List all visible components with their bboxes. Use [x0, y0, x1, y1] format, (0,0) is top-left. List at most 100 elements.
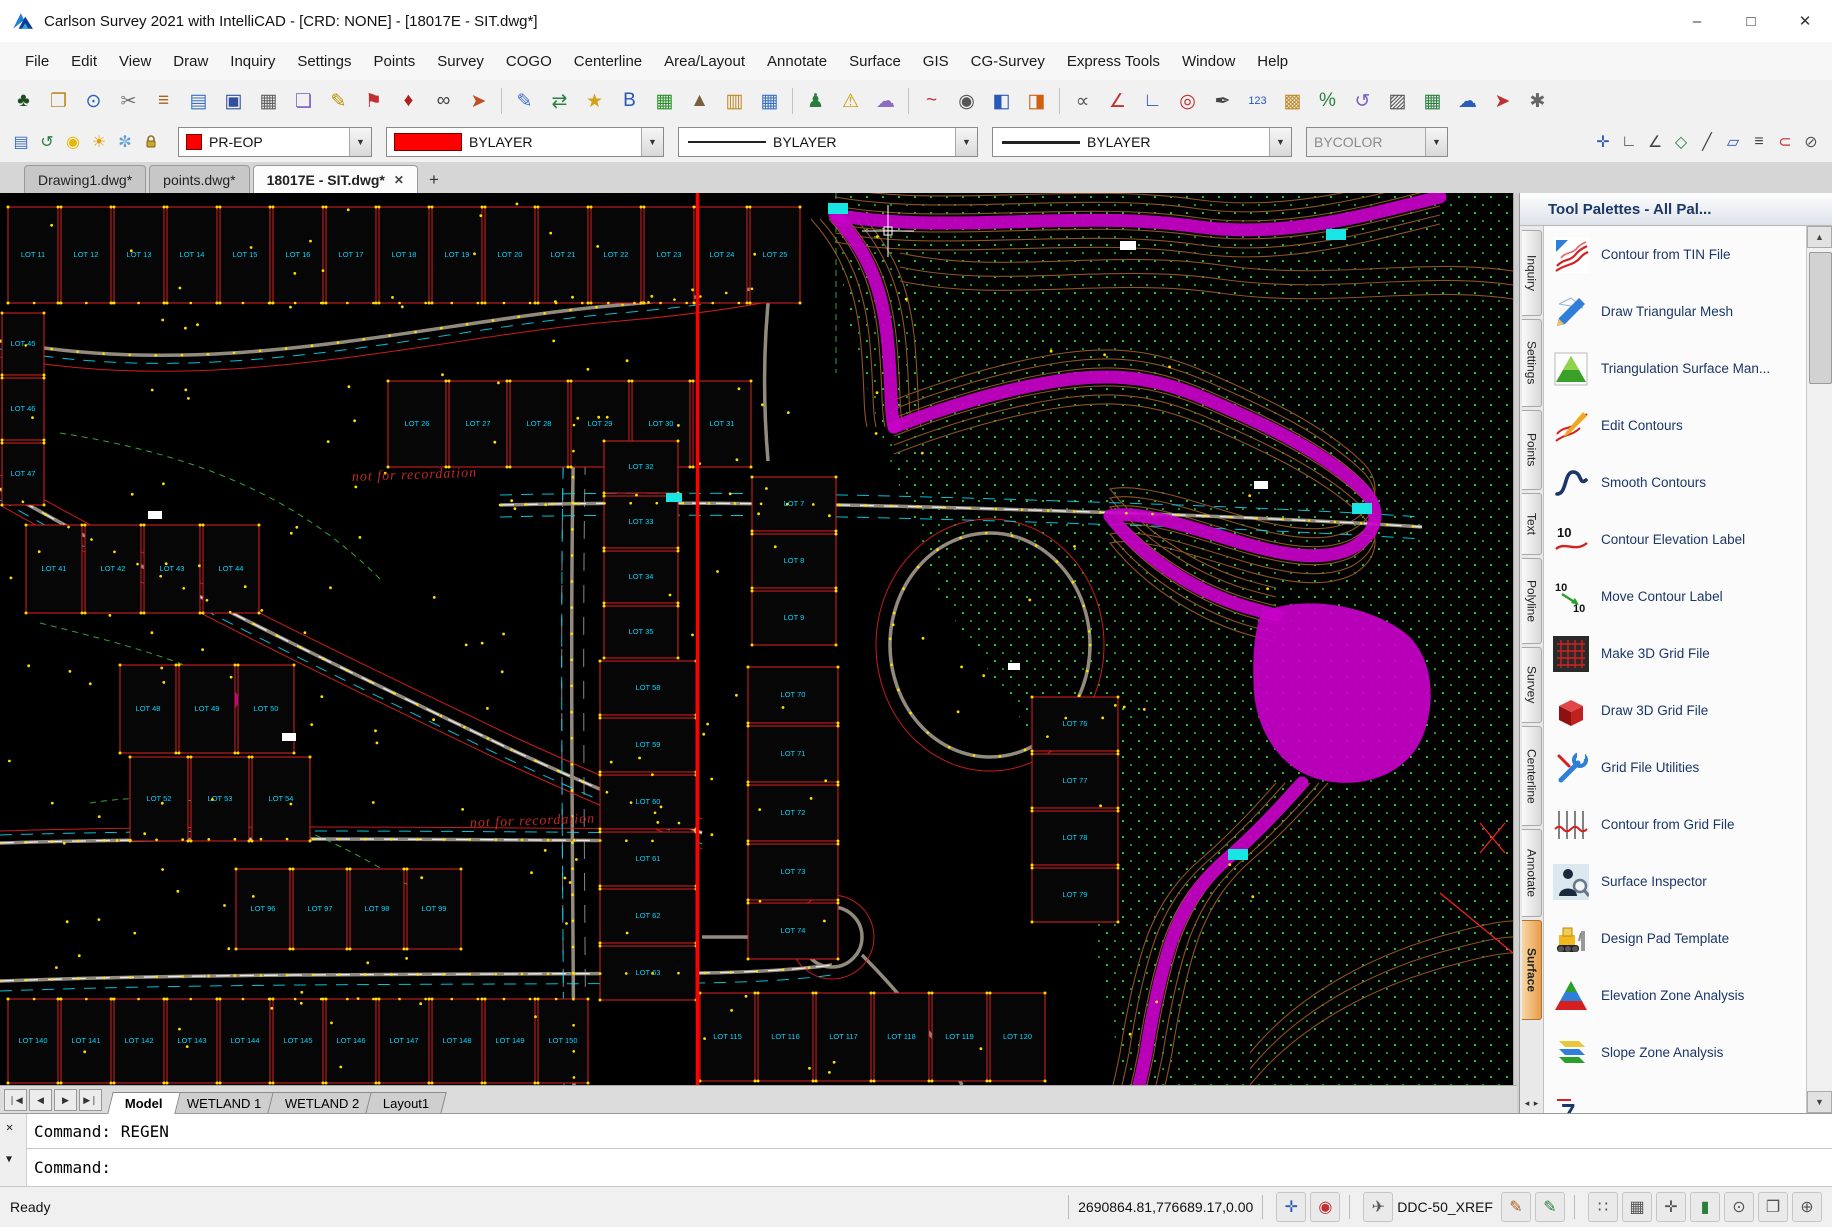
chevron-down-icon[interactable]: ▼ — [349, 128, 371, 156]
app-menu-icon[interactable]: ♣ — [6, 84, 41, 118]
doc-tab-points-dwg-[interactable]: points.dwg* — [149, 165, 249, 193]
ortho-icon[interactable]: ∟ — [1616, 129, 1642, 155]
layout-tab-wetland-1[interactable]: WETLAND 1 — [169, 1092, 279, 1114]
chevron-down-icon[interactable]: ▼ — [955, 128, 977, 156]
prev-layout-icon[interactable]: ◀ — [29, 1089, 52, 1111]
side-tab-survey[interactable]: Survey — [1522, 647, 1542, 723]
snap-icon[interactable]: ✛ — [1590, 129, 1616, 155]
menu-help[interactable]: Help — [1246, 47, 1299, 76]
layout-tab-layout1[interactable]: Layout1 — [366, 1092, 448, 1114]
solid-icon[interactable]: ◨ — [1019, 84, 1054, 118]
palette-item-edit-contours[interactable]: Edit Contours — [1545, 397, 1807, 454]
command-history-icon[interactable]: ▼ — [6, 1154, 12, 1165]
layout-tab-wetland-2[interactable]: WETLAND 2 — [267, 1092, 377, 1114]
menu-gis[interactable]: GIS — [912, 47, 960, 76]
menu-file[interactable]: File — [14, 47, 60, 76]
zoom-status-icon[interactable]: ⊕ — [1792, 1192, 1822, 1222]
side-tab-centerline[interactable]: Centerline — [1522, 726, 1542, 826]
menu-inquiry[interactable]: Inquiry — [219, 47, 286, 76]
lineweight-combo[interactable]: BYLAYER ▼ — [992, 127, 1292, 157]
palette-item-smooth-contours[interactable]: Smooth Contours — [1545, 454, 1807, 511]
minimize-button[interactable]: – — [1670, 0, 1724, 42]
menu-draw[interactable]: Draw — [162, 47, 219, 76]
new-tab-button[interactable]: + — [421, 167, 447, 193]
column-icon[interactable]: ▮ — [1690, 1192, 1720, 1222]
layer-manager-icon[interactable]: ▤ — [181, 84, 216, 118]
menu-cg-survey[interactable]: CG-Survey — [960, 47, 1056, 76]
marker-icon[interactable]: ◉ — [1310, 1192, 1340, 1222]
first-layout-icon[interactable]: ❘◀ — [4, 1089, 27, 1111]
palette-item-grid-file-utilities[interactable]: Grid File Utilities — [1545, 739, 1807, 796]
palette-item-move-contour-label[interactable]: 1010Move Contour Label — [1545, 568, 1807, 625]
dots-icon[interactable]: ∷ — [1588, 1192, 1618, 1222]
palette-item-surface-inspector[interactable]: Surface Inspector — [1545, 853, 1807, 910]
cube-icon[interactable]: ◧ — [984, 84, 1019, 118]
side-tab-settings[interactable]: Settings — [1522, 319, 1542, 407]
cloud-upload-icon[interactable]: ☁ — [868, 84, 903, 118]
scroll-up-icon[interactable]: ▲ — [1807, 226, 1832, 248]
zoom-icon[interactable]: ⊙ — [76, 84, 111, 118]
osnap-icon[interactable]: ◇ — [1668, 129, 1694, 155]
dyn-input-icon[interactable]: ▱ — [1720, 129, 1746, 155]
clock-icon[interactable]: ⊙ — [1724, 1192, 1754, 1222]
sheets-icon[interactable]: ❐ — [1758, 1192, 1788, 1222]
grid-icon[interactable]: ▦ — [1415, 84, 1450, 118]
people-icon[interactable]: ♟ — [798, 84, 833, 118]
camera-icon[interactable]: ◉ — [949, 84, 984, 118]
color-combo[interactable]: BYLAYER ▼ — [386, 127, 664, 157]
next-layout-icon[interactable]: ▶ — [54, 1089, 77, 1111]
polyline-icon[interactable]: ∠ — [1100, 84, 1135, 118]
menu-view[interactable]: View — [108, 47, 162, 76]
cloud-icon[interactable]: ☁ — [1450, 84, 1485, 118]
palette-item-slope-zone-analysis[interactable]: Slope Zone Analysis — [1545, 1024, 1807, 1081]
menu-window[interactable]: Window — [1171, 47, 1246, 76]
menu-survey[interactable]: Survey — [426, 47, 495, 76]
doc-tab-drawing1-dwg-[interactable]: Drawing1.dwg* — [24, 165, 146, 193]
cut-icon[interactable]: ✂ — [111, 84, 146, 118]
pencil-icon[interactable]: ✎ — [321, 84, 356, 118]
rotate-icon[interactable]: ↺ — [1345, 84, 1380, 118]
menu-settings[interactable]: Settings — [286, 47, 362, 76]
truck-icon[interactable]: ➤ — [461, 84, 496, 118]
menu-surface[interactable]: Surface — [838, 47, 912, 76]
profile-icon[interactable]: ~ — [914, 84, 949, 118]
copy-icon[interactable]: ❏ — [286, 84, 321, 118]
goblet-icon[interactable]: ♦ — [391, 84, 426, 118]
plot-icon[interactable]: ▦ — [251, 84, 286, 118]
lock-icon[interactable] — [138, 129, 164, 155]
polar-icon[interactable]: ∠ — [1642, 129, 1668, 155]
side-tab-polyline[interactable]: Polyline — [1522, 558, 1542, 644]
layer-combo[interactable]: PR-EOP ▼ — [178, 127, 372, 157]
cad-canvas[interactable]: LOT 11LOT 12LOT 13LOT 14LOT 15LOT 16LOT … — [0, 193, 1513, 1085]
last-layout-icon[interactable]: ▶❘ — [79, 1089, 102, 1111]
numbers-icon[interactable]: 123 — [1240, 84, 1275, 118]
import-icon[interactable]: ⇄ — [542, 84, 577, 118]
image-icon[interactable]: ▦ — [647, 84, 682, 118]
close-button[interactable]: ✕ — [1778, 0, 1832, 42]
side-tab-inquiry[interactable]: Inquiry — [1522, 230, 1542, 316]
pen-icon[interactable]: ✒ — [1205, 84, 1240, 118]
angle-icon[interactable]: ∟ — [1135, 84, 1170, 118]
palette-item-elevation-zone-analysis[interactable]: Elevation Zone Analysis — [1545, 967, 1807, 1024]
scroll-down-icon[interactable]: ▼ — [1807, 1091, 1832, 1113]
edit-pencil-icon[interactable]: ✎ — [1535, 1192, 1565, 1222]
palette-item-make-3d-grid-file[interactable]: Make 3D Grid File — [1545, 625, 1807, 682]
chevron-down-icon[interactable]: ▼ — [1269, 128, 1291, 156]
warning-icon[interactable]: ⚠ — [833, 84, 868, 118]
layers-icon[interactable]: ≡ — [146, 84, 181, 118]
scrollbar-thumb[interactable] — [1809, 252, 1832, 384]
tab-close-icon[interactable]: ✕ — [394, 173, 404, 187]
plus-icon[interactable]: ✛ — [1656, 1192, 1686, 1222]
crosshair-icon[interactable]: ✛ — [1276, 1192, 1306, 1222]
command-prompt[interactable]: Command: — [34, 1152, 111, 1182]
chevron-down-icon[interactable]: ▼ — [641, 128, 663, 156]
open-icon[interactable]: ❐ — [41, 84, 76, 118]
points-icon[interactable]: B — [612, 84, 647, 118]
side-tab-scroll[interactable]: ◂ ▸ — [1520, 1098, 1544, 1109]
bar-chart-icon[interactable]: ▥ — [717, 84, 752, 118]
tool-palettes-header[interactable]: Tool Palettes - All Pal... — [1520, 193, 1832, 226]
side-tab-text[interactable]: Text — [1522, 493, 1542, 555]
menu-points[interactable]: Points — [363, 47, 427, 76]
linetype-combo[interactable]: BYLAYER ▼ — [678, 127, 978, 157]
annotation-pencil-icon[interactable]: ✎ — [1501, 1192, 1531, 1222]
